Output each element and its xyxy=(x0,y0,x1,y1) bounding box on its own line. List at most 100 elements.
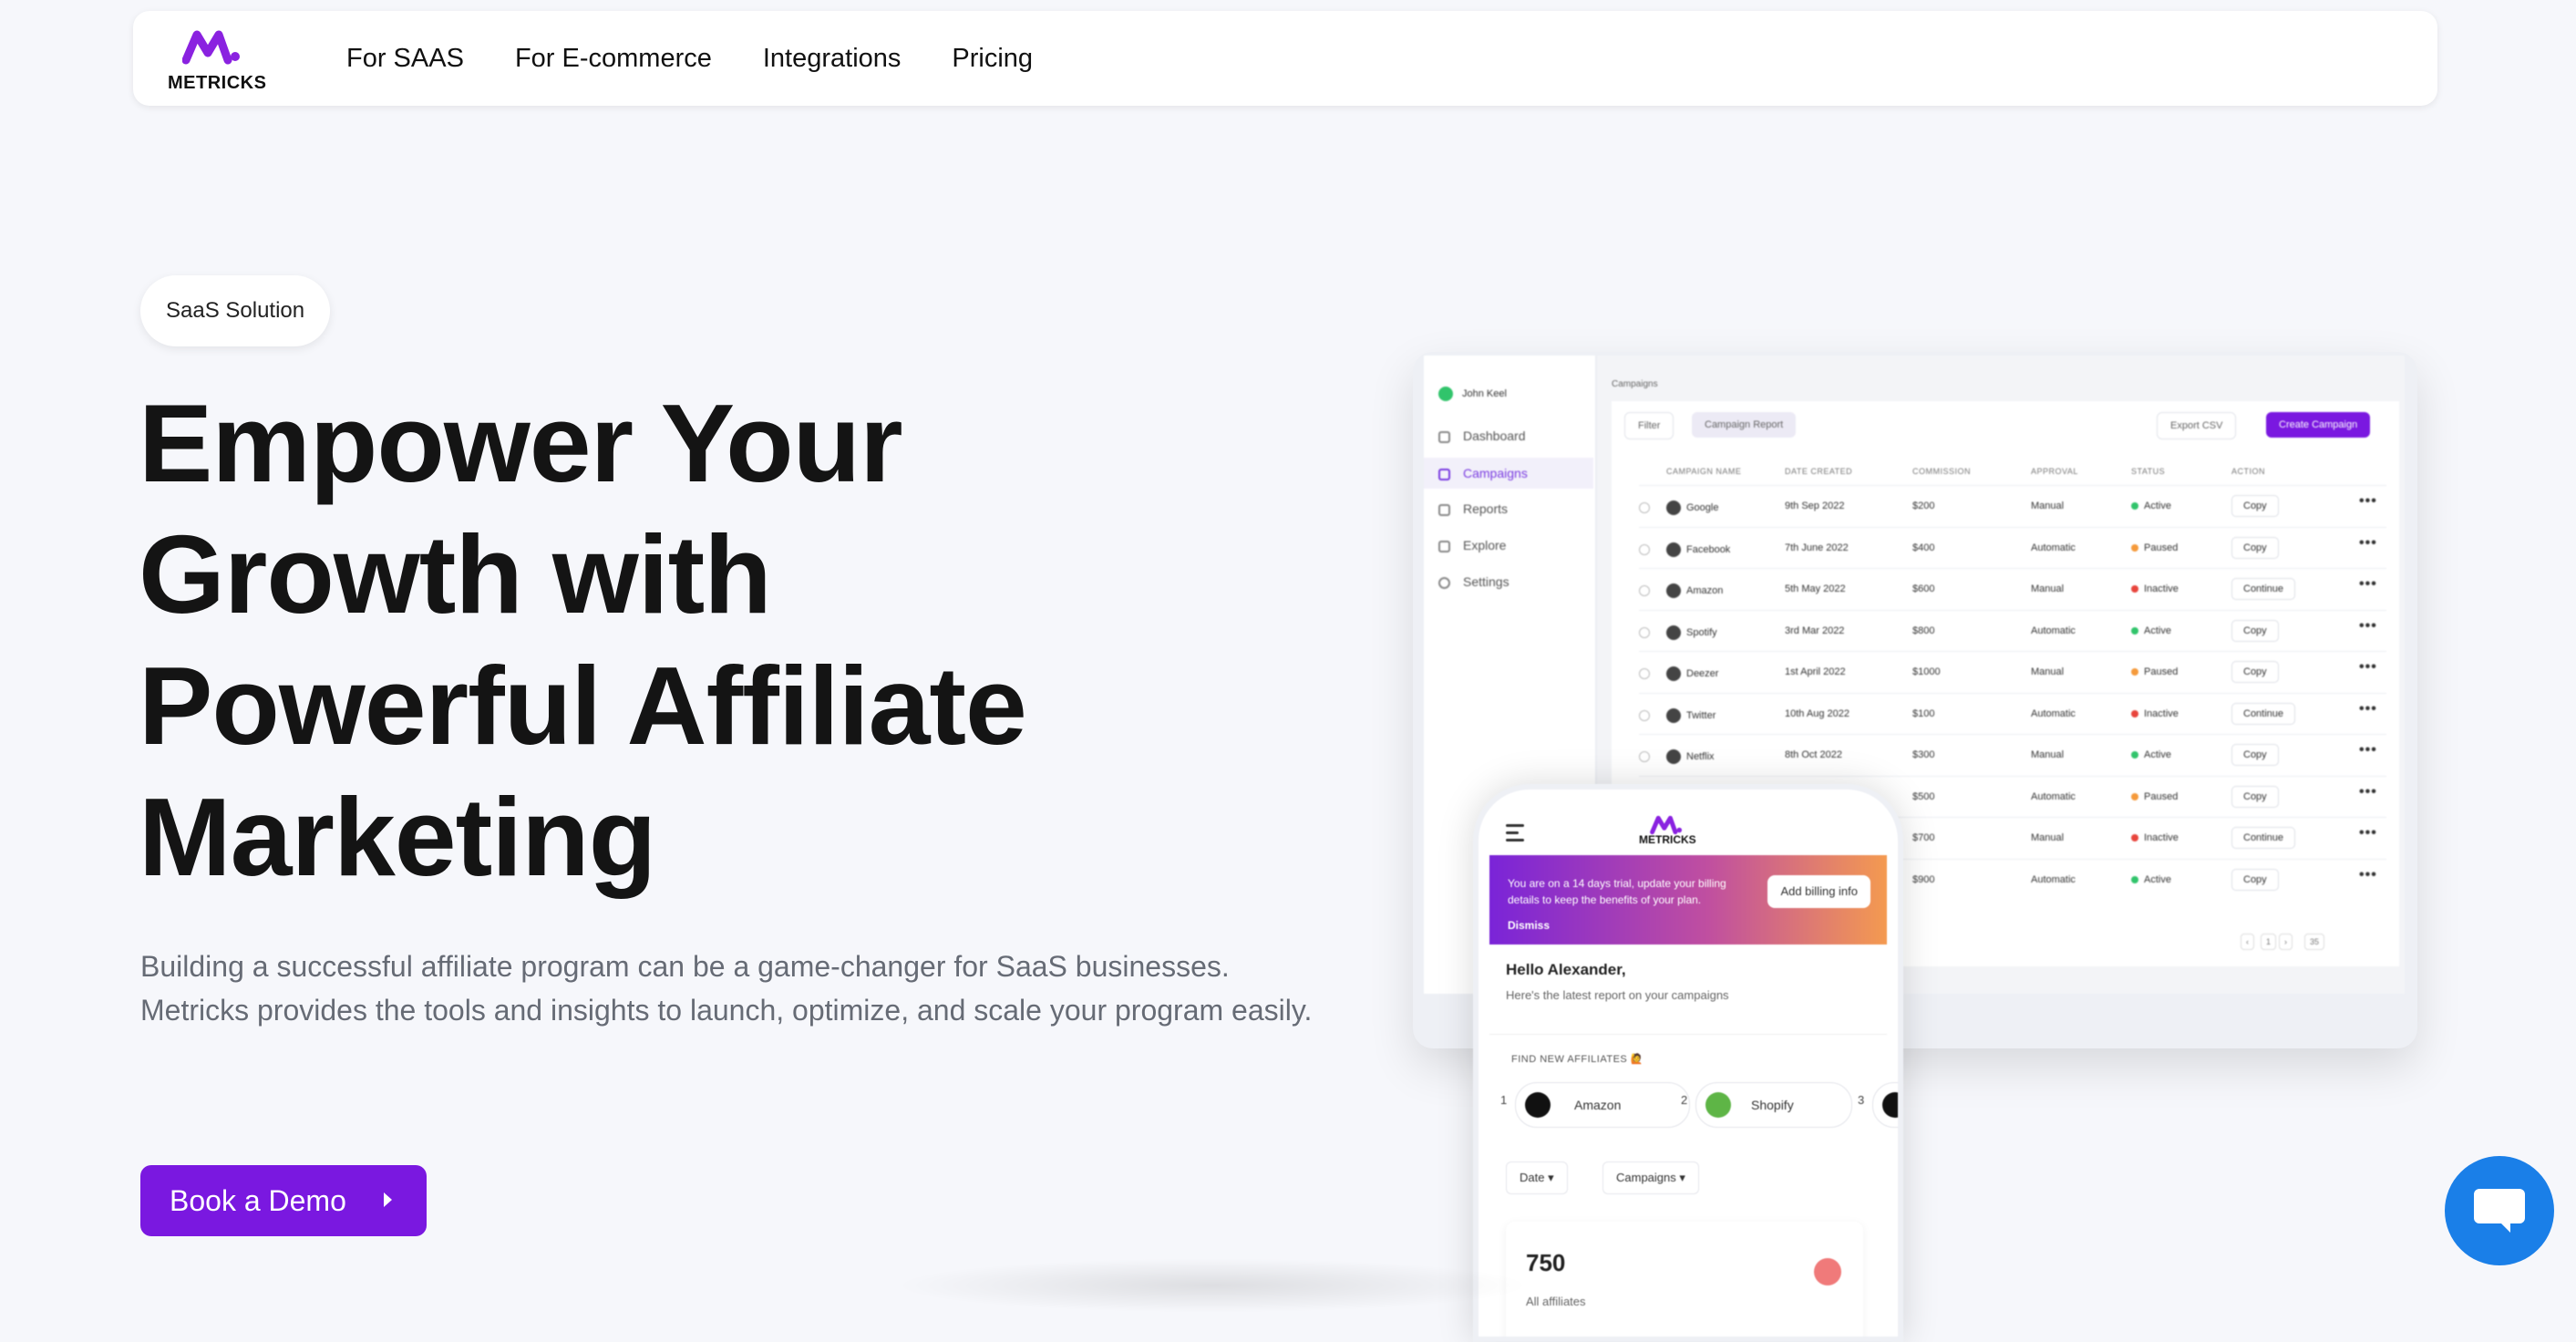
chat-icon xyxy=(2474,1189,2525,1223)
status-label: Active xyxy=(2144,873,2171,885)
metricks-logo[interactable]: METRICKS xyxy=(168,24,268,97)
tag-icon xyxy=(1438,540,1450,552)
table-row: Google 9th Sep 2022 $200 Manual Active Copy ••… xyxy=(1639,485,2386,527)
phone-logo-text: METRICKS xyxy=(1639,833,1696,846)
status-cell: Active xyxy=(2131,625,2171,636)
campaign-name-cell: Twitter xyxy=(1666,707,1716,723)
chart-icon xyxy=(1438,503,1450,516)
status-cell: Inactive xyxy=(2131,832,2179,843)
commission-cell: $100 xyxy=(1912,707,1935,719)
more-options-icon: ••• xyxy=(2359,576,2377,592)
mock-sidebar-settings: Settings xyxy=(1438,574,1510,589)
commission-cell: $1000 xyxy=(1912,666,1941,677)
status-cell: Inactive xyxy=(2131,583,2179,594)
column-header: COMMISSION xyxy=(1912,467,1972,476)
logo-mark-icon xyxy=(1650,815,1683,835)
gear-icon xyxy=(1438,576,1450,589)
row-action-button: Continue xyxy=(2231,578,2296,600)
campaign-name-cell: Netflix xyxy=(1666,749,1715,764)
pager-next: › xyxy=(2279,934,2293,950)
chat-widget-button[interactable] xyxy=(2445,1156,2554,1265)
date-filter-label: Date xyxy=(1520,1171,1545,1184)
approval-cell: Automatic xyxy=(2031,542,2076,553)
status-cell: Active xyxy=(2131,874,2171,885)
row-action-button: Copy xyxy=(2231,785,2279,808)
mock-sidebar-campaigns: Campaigns xyxy=(1424,458,1593,489)
date-cell: 9th Sep 2022 xyxy=(1785,501,1845,511)
book-demo-label: Book a Demo xyxy=(170,1183,346,1217)
row-action-button: Continue xyxy=(2231,827,2296,849)
affiliate-chip-shopify: Shopify xyxy=(1695,1082,1852,1128)
mock-sidebar-dashboard: Dashboard xyxy=(1438,428,1526,443)
nav-link-saas[interactable]: For SAAS xyxy=(346,44,464,74)
approval-cell: Manual xyxy=(2031,832,2065,843)
nav-link-pricing[interactable]: Pricing xyxy=(952,44,1033,74)
row-checkbox xyxy=(1639,709,1650,721)
affiliate-rank: 2 xyxy=(1681,1093,1688,1107)
more-options-icon: ••• xyxy=(2359,825,2377,841)
campaign-name-cell: Amazon xyxy=(1666,583,1723,598)
status-cell: Active xyxy=(2131,501,2171,511)
sidebar-item-label: Reports xyxy=(1463,501,1509,516)
status-cell: Inactive xyxy=(2131,708,2179,719)
nav-link-integrations[interactable]: Integrations xyxy=(763,44,902,74)
hero-subtext: Building a successful affiliate program … xyxy=(140,950,1313,1027)
phone-header: METRICKS xyxy=(1479,790,1898,859)
approval-cell: Manual xyxy=(2031,501,2065,511)
affiliates-stat-card: 750 All affiliates xyxy=(1506,1222,1863,1337)
floor-shadow xyxy=(893,1258,1531,1313)
approval-cell: Automatic xyxy=(2031,873,2076,885)
status-label: Paused xyxy=(2144,666,2179,677)
top-navbar: METRICKS For SAAS For E-commerce Integra… xyxy=(133,11,2437,106)
amazon-icon xyxy=(1525,1092,1551,1118)
avatar xyxy=(1666,625,1681,640)
row-action-button: Copy xyxy=(2231,619,2279,642)
affiliate-chip-third xyxy=(1872,1082,1898,1128)
date-cell: 1st April 2022 xyxy=(1785,666,1846,677)
row-checkbox xyxy=(1639,668,1650,679)
row-action-button: Copy xyxy=(2231,744,2279,766)
saas-solution-badge: SaaS Solution xyxy=(140,275,331,346)
status-dot xyxy=(2131,668,2138,676)
approval-cell: Automatic xyxy=(2031,707,2076,719)
commission-cell: $400 xyxy=(1912,542,1935,553)
row-action-button: Copy xyxy=(2231,536,2279,559)
book-demo-button[interactable]: Book a Demo xyxy=(140,1165,427,1236)
avatar xyxy=(1666,666,1681,681)
status-dot xyxy=(2131,585,2138,594)
campaign-report-button: Campaign Report xyxy=(1692,412,1797,438)
row-checkbox xyxy=(1639,626,1650,638)
hero-headline: Empower Your Growth with Powerful Affili… xyxy=(139,377,1232,903)
table-row: Amazon 5th May 2022 $600 Manual Inactive Cont… xyxy=(1639,568,2386,610)
export-csv-button: Export CSV xyxy=(2157,412,2237,439)
nav-link-ecommerce[interactable]: For E-commerce xyxy=(515,44,712,74)
table-row: Twitter 10th Aug 2022 $100 Automatic Inactiv… xyxy=(1639,692,2386,735)
table-row: Facebook 7th June 2022 $400 Automatic Paused… xyxy=(1639,526,2386,569)
campaign-name: Netflix xyxy=(1686,750,1715,762)
affiliate-rank: 1 xyxy=(1500,1093,1508,1107)
date-filter: Date ▾ xyxy=(1506,1161,1568,1194)
more-options-icon: ••• xyxy=(2359,617,2377,634)
date-cell: 5th May 2022 xyxy=(1785,583,1846,594)
shopify-icon xyxy=(1705,1092,1731,1118)
create-campaign-button: Create Campaign xyxy=(2266,412,2371,438)
column-header: APPROVAL xyxy=(2031,467,2078,476)
filter-button: Filter xyxy=(1624,412,1674,439)
more-options-icon: ••• xyxy=(2359,700,2377,717)
headline-line: Growth with xyxy=(139,512,772,636)
more-options-icon: ••• xyxy=(2359,866,2377,883)
campaign-name-cell: Google xyxy=(1666,501,1718,515)
affiliate-name: Shopify xyxy=(1751,1098,1794,1112)
status-dot xyxy=(2131,502,2138,511)
status-label: Inactive xyxy=(2144,832,2179,843)
menu-icon xyxy=(1506,824,1524,846)
netflix-icon xyxy=(1882,1092,1898,1118)
commission-cell: $500 xyxy=(1912,790,1935,802)
banner-text: You are on a 14 days trial, update your … xyxy=(1508,877,1726,906)
column-header: ACTION xyxy=(2231,467,2266,476)
row-action-button: Copy xyxy=(2231,495,2279,517)
avatar xyxy=(1438,387,1453,401)
date-cell: 3rd Mar 2022 xyxy=(1785,625,1845,636)
avatar xyxy=(1666,542,1681,557)
status-label: Inactive xyxy=(2144,707,2179,719)
